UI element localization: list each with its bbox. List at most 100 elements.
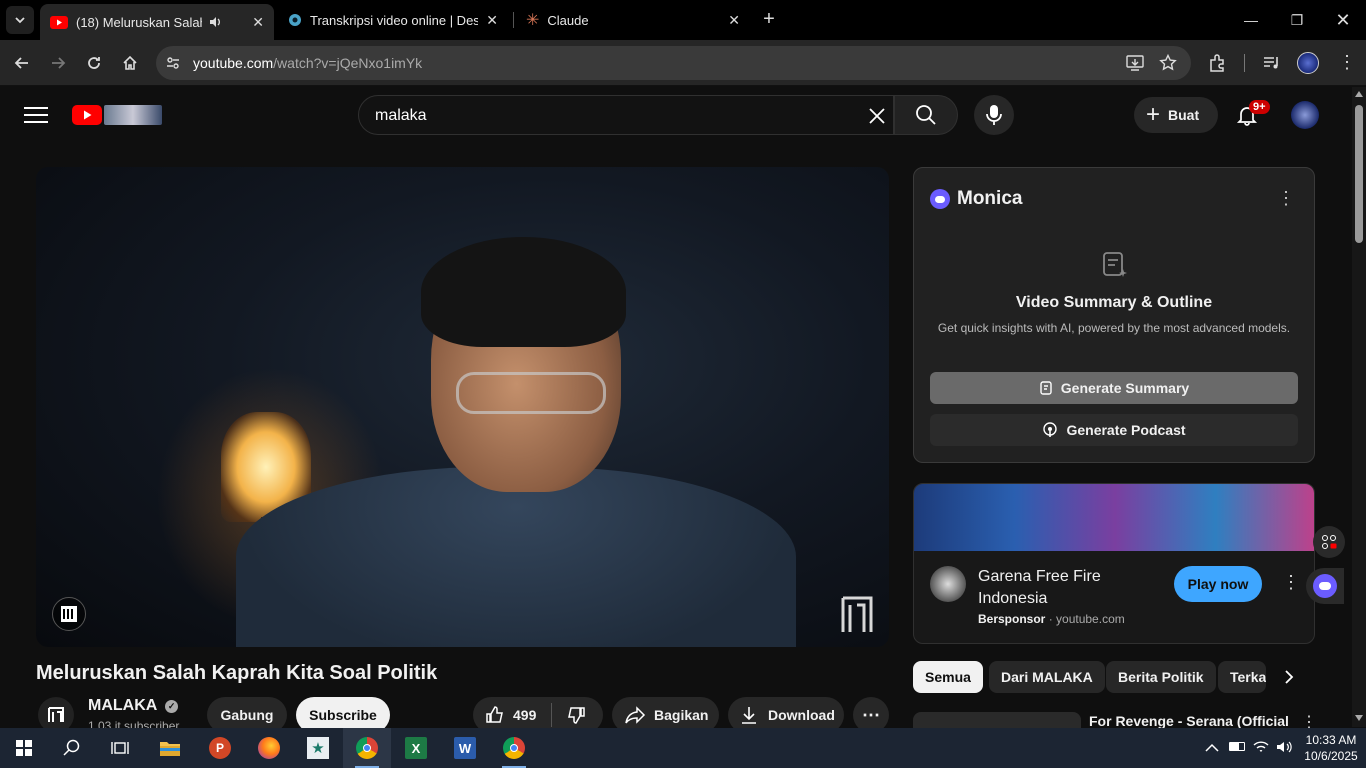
account-avatar[interactable] <box>1291 101 1319 129</box>
word-button[interactable]: W <box>441 728 489 768</box>
monica-logo-icon <box>1313 574 1337 598</box>
install-app-icon[interactable] <box>1126 54 1144 72</box>
monica-logo-icon <box>930 189 950 209</box>
ad-menu-icon[interactable]: ⋮ <box>1282 572 1300 593</box>
monica-menu-icon[interactable]: ⋮ <box>1277 188 1295 209</box>
create-button[interactable]: + Buat <box>1134 97 1218 133</box>
clock-time: 10:33 AM <box>1305 733 1357 747</box>
ad-banner-image[interactable] <box>914 484 1314 551</box>
desgrid-favicon-icon <box>289 14 301 26</box>
windows-logo-icon <box>16 740 32 756</box>
close-tab-icon[interactable]: ✕ <box>728 12 740 29</box>
generate-podcast-button[interactable]: Generate Podcast <box>930 414 1298 446</box>
tab-desgrid[interactable]: Transkripsi video online | Desgrid ✕ <box>278 4 508 36</box>
chrome-profile-button[interactable] <box>343 728 391 768</box>
scroll-down-arrow[interactable] <box>1355 715 1363 721</box>
tab-search-button[interactable] <box>6 6 34 34</box>
back-button[interactable] <box>7 48 37 78</box>
like-count: 499 <box>513 707 537 723</box>
restore-button[interactable]: ❐ <box>1274 0 1320 40</box>
tab-title: Claude <box>547 12 589 28</box>
play-now-button[interactable]: Play now <box>1174 566 1262 602</box>
tab-title: Transkripsi video online | Desgrid <box>310 12 478 28</box>
minimize-button[interactable]: — <box>1228 0 1274 40</box>
generate-podcast-label: Generate Podcast <box>1066 422 1186 438</box>
clear-search-icon[interactable] <box>867 106 887 126</box>
system-clock[interactable]: 10:33 AM 10/6/2025 <box>1300 732 1362 764</box>
word-icon: W <box>454 737 476 759</box>
monica-header: Monica <box>930 188 1022 210</box>
powerpoint-icon: P <box>209 737 231 759</box>
reload-button[interactable] <box>79 48 109 78</box>
video-player[interactable] <box>36 167 889 647</box>
generate-summary-button[interactable]: Generate Summary <box>930 372 1298 404</box>
youtube-favicon-icon <box>50 15 68 29</box>
plus-icon: + <box>1146 101 1161 128</box>
chip-dari-malaka[interactable]: Dari MALAKA <box>989 661 1105 693</box>
apps-grid-icon <box>1322 535 1337 549</box>
chip-berita-politik[interactable]: Berita Politik <box>1106 661 1216 693</box>
ad-meta: Bersponsor · youtube.com <box>978 612 1125 626</box>
guide-menu-icon[interactable] <box>24 105 48 125</box>
monica-apps-button[interactable] <box>1313 526 1345 558</box>
firefox-button[interactable] <box>245 728 293 768</box>
arrow-left-icon <box>14 57 28 69</box>
extensions-icon[interactable] <box>1208 53 1228 73</box>
chevron-down-icon <box>15 17 25 24</box>
chrome-button[interactable] <box>490 728 538 768</box>
youtube-logo[interactable] <box>72 105 162 125</box>
thumbs-up-icon <box>486 706 503 723</box>
tab-youtube[interactable]: (18) Meluruskan Salah Kaprah Kita Soal P… <box>40 4 274 40</box>
close-window-button[interactable]: ✕ <box>1320 0 1366 40</box>
scroll-up-arrow[interactable] <box>1355 91 1363 97</box>
channel-name[interactable]: MALAKA ✓ <box>88 697 179 715</box>
ad-title[interactable]: Garena Free Fire Indonesia <box>978 566 1158 610</box>
forward-button[interactable] <box>43 48 73 78</box>
battery-icon[interactable] <box>1229 742 1245 751</box>
search-button[interactable] <box>894 95 958 135</box>
home-button[interactable] <box>115 48 145 78</box>
excel-button[interactable]: X <box>392 728 440 768</box>
bookmark-star-icon[interactable] <box>1159 54 1177 72</box>
monica-launcher-button[interactable] <box>1306 568 1344 604</box>
reload-icon <box>88 57 100 69</box>
tab-claude[interactable]: ✳ Claude ✕ <box>516 4 750 36</box>
address-bar[interactable]: youtube.com/watch?v=jQeNxo1imYk <box>156 46 1191 80</box>
site-info-icon[interactable] <box>165 55 181 71</box>
monica-title: Monica <box>957 188 1023 209</box>
chip-terkait[interactable]: Terka <box>1218 661 1266 693</box>
app-star-button[interactable]: ★ <box>294 728 342 768</box>
search-input[interactable]: malaka <box>358 95 894 135</box>
recommended-thumbnail[interactable] <box>913 712 1081 728</box>
speaker-icon[interactable] <box>208 15 222 29</box>
dislike-button[interactable] <box>552 705 586 725</box>
wifi-icon[interactable] <box>1253 740 1269 754</box>
page-scrollbar[interactable] <box>1352 87 1366 727</box>
tray-overflow-icon[interactable] <box>1205 740 1219 758</box>
close-tab-icon[interactable]: ✕ <box>486 12 498 29</box>
chips-next-button[interactable] <box>1266 661 1312 693</box>
file-explorer-button[interactable] <box>146 728 194 768</box>
malaka-watermark-icon <box>841 596 873 632</box>
media-control-icon[interactable] <box>1262 53 1282 73</box>
like-button[interactable]: 499 <box>473 705 551 725</box>
person-hair <box>421 237 626 347</box>
volume-icon[interactable] <box>1276 740 1292 754</box>
clock-date: 10/6/2025 <box>1304 749 1358 763</box>
close-tab-icon[interactable]: ✕ <box>252 14 264 31</box>
powerpoint-button[interactable]: P <box>196 728 244 768</box>
start-button[interactable] <box>0 728 48 768</box>
taskbar-search-button[interactable] <box>48 728 96 768</box>
chip-semua[interactable]: Semua <box>913 661 983 693</box>
profile-avatar[interactable] <box>1297 52 1319 74</box>
recommended-title[interactable]: For Revenge - Serana (Official <box>1089 713 1289 729</box>
sponsored-ad[interactable]: Garena Free Fire Indonesia Bersponsor · … <box>913 483 1315 644</box>
task-view-button[interactable] <box>96 728 144 768</box>
folder-icon <box>160 742 180 756</box>
channel-watermark-button[interactable] <box>52 597 86 631</box>
browser-menu-icon[interactable]: ⋮ <box>1338 52 1356 72</box>
new-tab-button[interactable]: + <box>758 8 780 30</box>
voice-search-button[interactable] <box>974 95 1014 135</box>
firefox-icon <box>258 737 280 759</box>
scrollbar-thumb[interactable] <box>1355 105 1363 243</box>
